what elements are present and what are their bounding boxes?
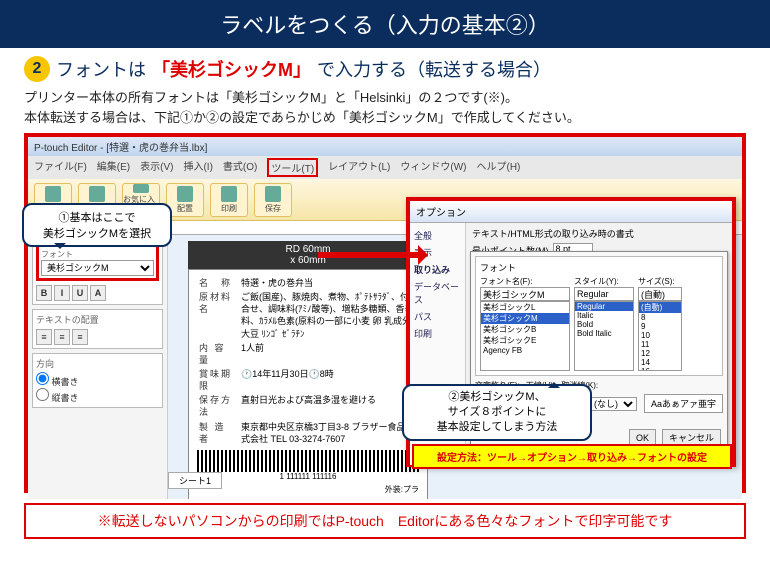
- callout-font-select: ①基本はここで美杉ゴシックMを選択: [22, 203, 172, 247]
- menu-0[interactable]: ファイル(F): [34, 158, 87, 177]
- font-list[interactable]: 美杉ゴシックL美杉ゴシックM美杉ゴシックB美杉ゴシックEAgency FB: [480, 301, 570, 371]
- strike-select[interactable]: (なし): [587, 397, 637, 411]
- align-right-icon[interactable]: ≡: [72, 329, 88, 345]
- menu-7[interactable]: ウィンドウ(W): [400, 158, 466, 177]
- menu-8[interactable]: ヘルプ(H): [477, 158, 521, 177]
- dlgnav-5[interactable]: 印刷: [413, 325, 462, 342]
- settings-path-note: 設定方法：ツール→オプション→取り込み→フォントの設定: [412, 444, 732, 469]
- arrow-icon: [318, 247, 438, 263]
- label-preview[interactable]: RD 60mmx 60mm 名 称特選・虎の巻弁当原材料名ご飯(国産)、豚焼肉、…: [188, 241, 428, 499]
- sidebar: テキストのプロパティを設定し フォント 美杉ゴシックM BIUA テキストの配置…: [28, 221, 168, 499]
- font-select[interactable]: 美杉ゴシックM: [41, 260, 154, 276]
- font-group-title: フォント: [480, 261, 718, 274]
- window-titlebar: P-touch Editor - [特選・虎の巻弁当.lbx]: [28, 137, 742, 156]
- dlgnav-3[interactable]: データベース: [413, 278, 462, 308]
- style-label: スタイル(Y):: [574, 276, 634, 287]
- fontname-input[interactable]: [480, 287, 570, 301]
- fmt-I[interactable]: I: [54, 285, 70, 301]
- menubar[interactable]: ファイル(F) 編集(E) 表示(V) 挿入(I) 書式(O) ツール(T) レイアウト(L…: [28, 156, 742, 179]
- fmt-A[interactable]: A: [90, 285, 106, 301]
- sheet-tab[interactable]: シート1: [168, 472, 222, 489]
- style-list[interactable]: RegularItalicBoldBold Italic: [574, 301, 634, 371]
- menu-1[interactable]: 編集(E): [97, 158, 130, 177]
- menu-2[interactable]: 表示(V): [140, 158, 173, 177]
- layout-title: テキストの配置: [36, 313, 159, 326]
- app-window: ①基本はここで美杉ゴシックMを選択 P-touch Editor - [特選・虎…: [24, 133, 746, 493]
- fmt-U[interactable]: U: [72, 285, 88, 301]
- fmt-B[interactable]: B: [36, 285, 52, 301]
- size-label: サイズ(S):: [638, 276, 682, 287]
- toolbar-印刷[interactable]: 印刷: [210, 183, 248, 217]
- toolbar-保存[interactable]: 保存: [254, 183, 292, 217]
- style-input[interactable]: [574, 287, 634, 301]
- page-title: ラベルをつくる（入力の基本②）: [0, 0, 770, 48]
- format-buttons[interactable]: BIUA: [36, 285, 159, 301]
- menu-6[interactable]: レイアウト(L): [328, 158, 390, 177]
- step-badge: 2: [24, 56, 50, 82]
- dlg-row-format: テキスト/HTML形式の取り込み時の書式: [472, 227, 726, 240]
- fontname-label: フォント名(F):: [480, 276, 570, 287]
- barcode: 1 111111 111116: [197, 450, 419, 483]
- step-heading: 2 フォントは「美杉ゴシックM」で入力する（転送する場合）: [24, 56, 746, 82]
- radio-vertical[interactable]: 縦書き: [36, 393, 79, 403]
- label-table: 名 称特選・虎の巻弁当原材料名ご飯(国産)、豚焼肉、煮物、ﾎﾟﾃﾄｻﾗﾀﾞ、付合…: [197, 276, 419, 446]
- size-list[interactable]: (自動)891011121416: [638, 301, 682, 371]
- dialog-title: オプション: [410, 201, 732, 223]
- radio-horizontal[interactable]: 横書き: [36, 377, 79, 387]
- align-left-icon[interactable]: ≡: [36, 329, 52, 345]
- menu-4[interactable]: 書式(O): [223, 158, 257, 177]
- align-center-icon[interactable]: ≡: [54, 329, 70, 345]
- dlgnav-0[interactable]: 全般: [413, 227, 462, 244]
- direction-title: 方向: [36, 357, 159, 370]
- callout-method2: ②美杉ゴシックM、サイズ８ポイントに基本設定してしまう方法: [402, 384, 592, 441]
- dlgnav-4[interactable]: パス: [413, 308, 462, 325]
- menu-5[interactable]: ツール(T): [267, 158, 318, 177]
- description: プリンター本体の所有フォントは「美杉ゴシックM」と「Helsinki」の２つです…: [24, 88, 746, 127]
- footer-note: ※転送しないパソコンからの印刷ではP-touch Editorにある色々なフォン…: [24, 503, 746, 539]
- menu-3[interactable]: 挿入(I): [183, 158, 212, 177]
- font-preview: Aaあぁアァ亜宇: [644, 394, 723, 413]
- recycle-note: 外装:プラ: [197, 485, 419, 496]
- size-input[interactable]: [638, 287, 682, 301]
